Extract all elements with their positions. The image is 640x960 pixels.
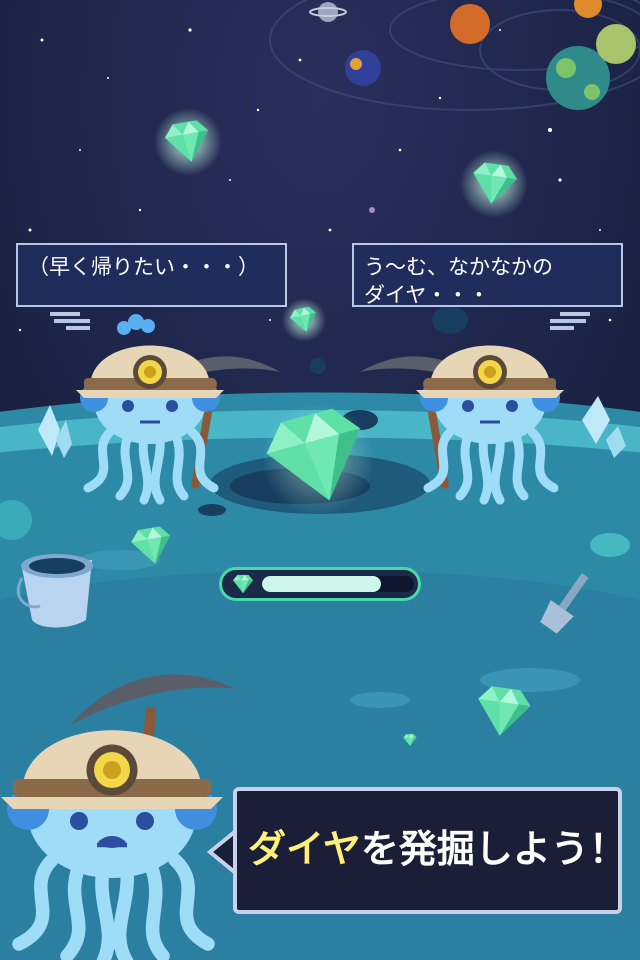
diamond-icon: [460, 150, 528, 218]
speech-tail-left: [50, 312, 90, 333]
speech-line: ダイヤ・・・: [364, 283, 490, 307]
mining-progress-bar: [219, 567, 421, 601]
progress-track: [262, 576, 414, 592]
diamond-icon: [154, 108, 222, 176]
speech-bubble-left: （早く帰りたい・・・）: [16, 243, 287, 307]
callout-text: ダイヤを発掘しよう！: [248, 821, 627, 877]
progress-fill: [262, 576, 381, 592]
diamond-icon: [282, 298, 326, 342]
speech-bubble-right: う〜む、なかなかの ダイヤ・・・: [352, 243, 623, 307]
speech-line: う〜む、なかなかの: [364, 255, 553, 279]
speech-line: （早く帰りたい・・・）: [28, 255, 259, 279]
callout-rest: を発掘しよう！: [360, 827, 627, 871]
callout-highlight: ダイヤ: [248, 827, 361, 871]
diamond-icon: [233, 574, 253, 594]
speech-tail-right: [550, 312, 590, 333]
